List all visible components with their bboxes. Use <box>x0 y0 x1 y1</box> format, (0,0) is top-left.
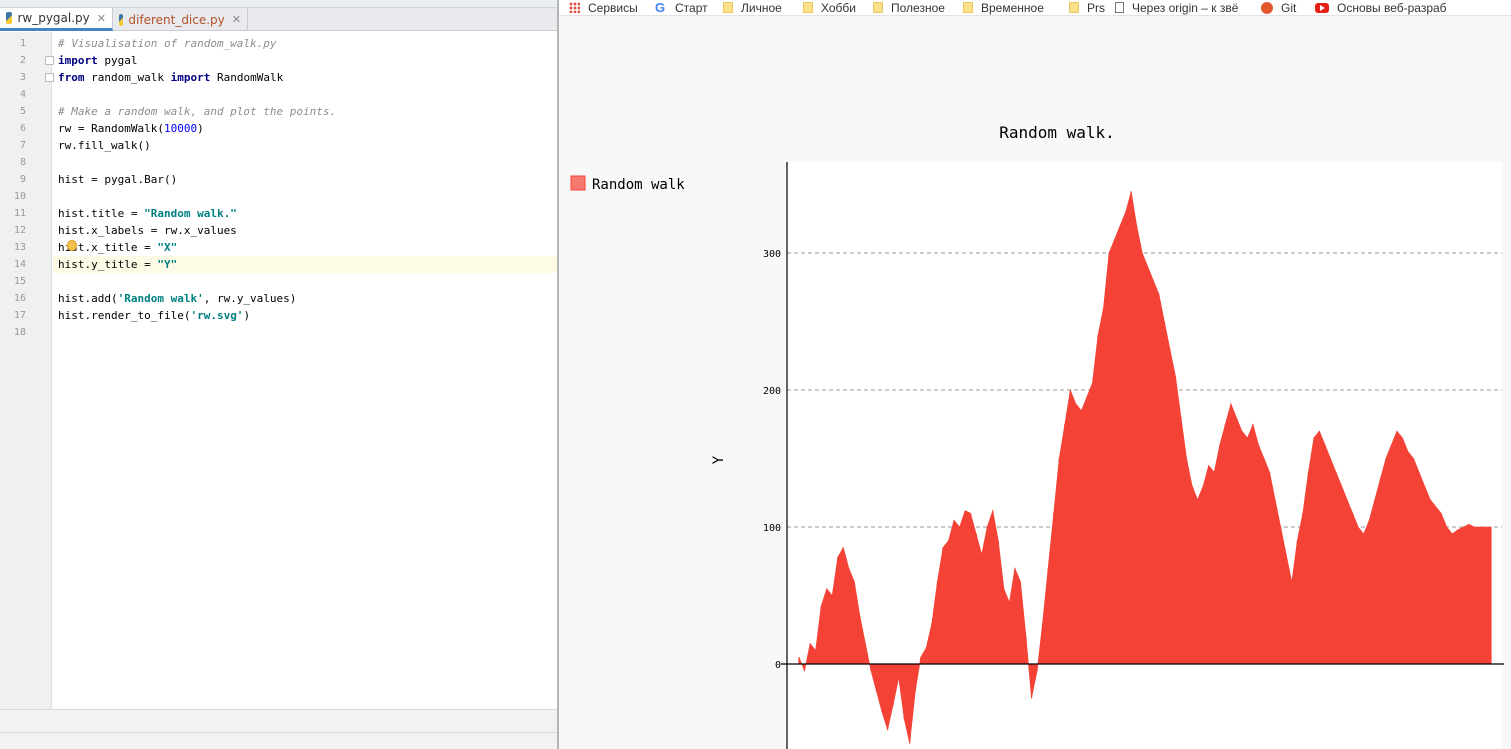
editor-path-strip <box>0 0 557 8</box>
code-token: hist.x_labels = rw.x_values <box>58 224 237 237</box>
code-token: import <box>170 71 211 84</box>
code-token: "Y" <box>157 258 178 271</box>
code-token: # Make a random walk, and plot the point… <box>58 105 337 118</box>
close-tab-icon[interactable]: ✕ <box>232 13 241 26</box>
code-token: RandomWalk <box>210 71 284 84</box>
lightbulb-icon[interactable] <box>67 240 77 251</box>
python-file-icon <box>6 12 13 24</box>
line-number: 15 <box>13 276 26 287</box>
code-token: # Visualisation of random_walk.py <box>58 37 277 50</box>
y-tick-label: 200 <box>763 386 781 397</box>
code-token: 10000 <box>163 122 198 135</box>
python-file-icon <box>119 13 124 26</box>
tab-rw-pygal[interactable]: rw_pygal.py ✕ <box>0 8 113 31</box>
legend-label: Random walk <box>592 177 685 193</box>
code-token: ) <box>197 122 204 135</box>
line-number-gutter: 1 2 3 4 5 6 7 8 9 10 11 12 13 14 15 16 17 18 <box>0 32 54 709</box>
line-number: 12 <box>13 225 26 236</box>
editor-bottom-area <box>0 709 557 749</box>
browser-pane: Сервисы G Старт Личное Хобби Полезное Временно… <box>559 0 1511 749</box>
line-number: 5 <box>19 106 26 117</box>
code-line[interactable]: hist = pygal.Bar() <box>53 171 557 188</box>
code-token: pygal <box>97 54 138 67</box>
code-token: 'rw.svg' <box>190 309 244 322</box>
code-token: rw = RandomWalk( <box>58 122 164 135</box>
line-number: 16 <box>13 293 26 304</box>
code-token: rw.fill_walk() <box>58 139 151 152</box>
code-line[interactable] <box>53 324 557 341</box>
code-area[interactable]: # Visualisation of random_walk.pyimport … <box>53 32 557 709</box>
code-token: hist.title = <box>58 207 145 220</box>
code-token: hist.y_title = <box>58 258 158 271</box>
line-number: 6 <box>19 123 26 134</box>
code-token: "Random walk." <box>144 207 237 220</box>
line-number: 10 <box>13 191 26 202</box>
line-number: 11 <box>13 208 26 219</box>
code-line[interactable]: import pygal <box>53 52 557 69</box>
code-line[interactable] <box>53 188 557 205</box>
line-number: 4 <box>19 89 26 100</box>
tab-diferent-dice[interactable]: diferent_dice.py ✕ <box>113 8 248 31</box>
editor-tab-bar: rw_pygal.py ✕ diferent_dice.py ✕ <box>0 8 557 31</box>
line-number: 14 <box>13 259 26 270</box>
line-number: 18 <box>13 327 26 338</box>
code-line[interactable]: hist.x_title = "X" <box>53 239 557 256</box>
tab-label: diferent_dice.py <box>128 12 225 27</box>
code-line[interactable]: # Make a random walk, and plot the point… <box>53 103 557 120</box>
code-line[interactable] <box>53 154 557 171</box>
code-line[interactable]: # Visualisation of random_walk.py <box>53 35 557 52</box>
code-line[interactable]: hist.add('Random walk', rw.y_values) <box>53 290 557 307</box>
code-token: import <box>58 54 98 67</box>
code-token: hist = pygal.Bar() <box>58 173 178 186</box>
tab-label: rw_pygal.py <box>17 11 90 25</box>
code-line[interactable]: from random_walk import RandomWalk <box>53 69 557 86</box>
line-number: 9 <box>19 174 26 185</box>
code-token: "X" <box>157 241 178 254</box>
code-token: hist.render_to_file( <box>58 309 191 322</box>
y-tick-label: 100 <box>763 523 781 534</box>
line-number: 1 <box>19 38 26 49</box>
code-token: , rw.y_values) <box>203 292 297 305</box>
line-number: 2 <box>19 55 26 66</box>
line-number: 7 <box>19 140 26 151</box>
code-token: ) <box>243 309 251 322</box>
line-number: 8 <box>19 157 26 168</box>
code-line[interactable]: hist.render_to_file('rw.svg') <box>53 307 557 324</box>
y-axis-title: Y <box>711 455 727 464</box>
scrollbar-separator <box>0 732 557 733</box>
close-tab-icon[interactable]: ✕ <box>97 12 106 25</box>
code-token: random_walk <box>84 71 171 84</box>
code-token: from <box>58 71 85 84</box>
y-tick-label: 0 <box>775 660 781 671</box>
line-number: 3 <box>19 72 26 83</box>
line-number: 17 <box>13 310 26 321</box>
code-token: hist.add( <box>58 292 118 305</box>
y-tick-label: 300 <box>763 249 781 260</box>
code-line[interactable]: rw.fill_walk() <box>53 137 557 154</box>
code-line[interactable]: hist.x_labels = rw.x_values <box>53 222 557 239</box>
chart-title: Random walk. <box>999 123 1115 142</box>
code-editor-pane: rw_pygal.py ✕ diferent_dice.py ✕ 1234567… <box>0 0 557 749</box>
legend-swatch <box>570 175 586 191</box>
code-line[interactable]: rw = RandomWalk(10000) <box>53 120 557 137</box>
code-line[interactable] <box>53 273 557 290</box>
code-line[interactable]: hist.title = "Random walk." <box>53 205 557 222</box>
code-line[interactable] <box>53 86 557 103</box>
code-token: 'Random walk' <box>117 292 204 305</box>
line-number: 13 <box>13 242 26 253</box>
code-line[interactable]: hist.y_title = "Y" <box>53 256 557 273</box>
random-walk-chart: Random walk. Random walk Y 0 100 200 300 <box>570 123 1504 749</box>
